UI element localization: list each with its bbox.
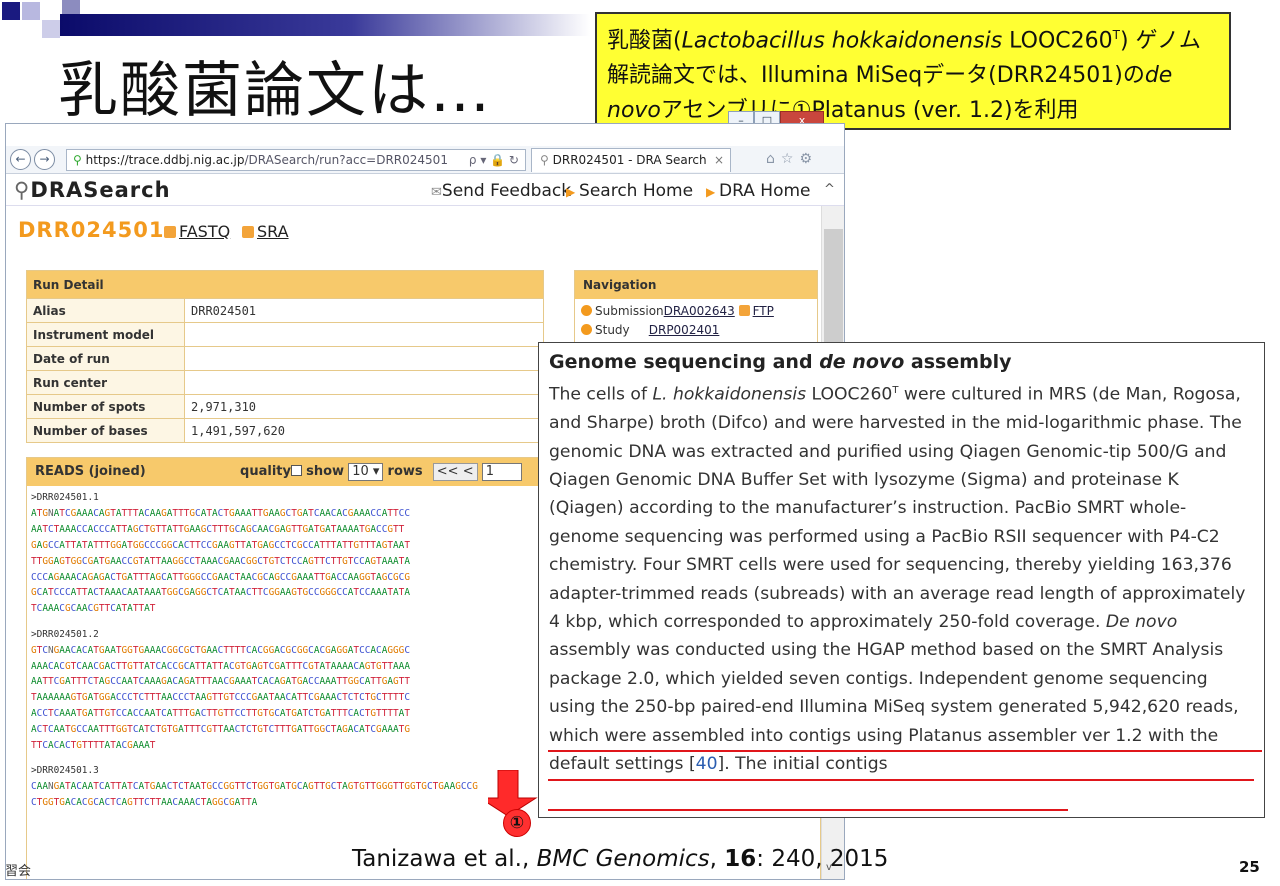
sequence-line: TCAAACGCAACGTTCATATTAT [31,603,156,615]
ftp-link[interactable]: FTP [753,304,774,318]
submission-link[interactable]: DRA002643 [664,304,735,318]
download-icon [242,226,254,238]
read-id: >DRR024501.2 [31,628,99,640]
run-detail-table: Run Detail Alias DRR024501 Instrument mod… [26,270,544,443]
arrow-icon [581,324,592,335]
table-row: Instrument model [26,322,544,347]
sequence-line: GAGCCATTATATTTGGATGGCCCGGCACTTCCGAAGTTAT… [31,539,410,551]
tab-dra-search[interactable]: ⚲ DRR024501 - DRA Search × [531,148,731,172]
sra-link[interactable]: SRA [242,222,289,241]
sequence-line: AATCTAAACCACCCATTAGCTGTTATTGAAGCTTTGCAGC… [31,523,405,535]
scroll-up-icon[interactable]: ^ [824,182,835,197]
reference-link[interactable]: 40 [696,754,718,774]
annotation-box: 乳酸菌(Lactobacillus hokkaidonensis LOOC260… [595,12,1231,130]
excerpt-title: Genome sequencing and de novo assembly [549,351,1012,373]
pager-buttons[interactable]: << < [432,463,478,481]
sequence-line: TTGGAGTGGCGATGAACCGTATTAAGGCCTAAACGAACGG… [31,555,410,567]
page-input[interactable]: 1 [481,463,522,481]
site-logo[interactable]: ⚲DRASearch [14,178,171,202]
toolbar-icons[interactable]: ⌂☆⚙ [766,151,818,167]
study-row: Study DRP002401 [581,323,719,337]
url-action-icons[interactable]: ρ ▾ 🔒 ↻ [469,150,519,170]
sequence-line: AAACACGTCAACGACTTGTTATCACCGCATTATTACGTGA… [31,660,410,672]
arrow-icon: ▶ [706,185,720,199]
decor-square [22,2,40,20]
decor-square [42,20,60,38]
send-feedback-link[interactable]: ✉Send Feedback [431,181,571,201]
citation: Tanizawa et al., BMC Genomics, 16: 240, … [352,846,889,872]
download-icon [164,226,176,238]
dna-icon: ⚲ [14,178,31,202]
read-id: >DRR024501.1 [31,492,99,503]
highlight-underline [548,809,1068,811]
sequence-line: AATTCGATTTCTAGCCAATCAAAGACAGATTTAACGAAAT… [31,676,410,688]
rows-select[interactable]: 10 ▾ [348,463,384,481]
dra-home-link[interactable]: ▶ DRA Home [706,181,811,201]
slide-title: 乳酸菌論文は… [58,56,492,126]
excerpt-body: The cells of L. hokkaidonensis LOOC260T … [549,384,1246,775]
highlight-underline [548,750,1262,752]
sequence-line: ACCTCAAATGATTGTCCACCAATCATTTGACTTGTTCCTT… [31,708,410,720]
footer-text: 習会 [5,864,32,879]
page-number: 25 [1239,858,1260,876]
forward-button[interactable]: → [34,149,55,170]
sequence-line: GTCNGAACACATGAATGGTGAAACGGCGCTGAACTTTTCA… [31,644,410,656]
run-id-heading: DRR024501 [18,218,165,242]
read-id: >DRR024501.3 [31,765,99,777]
lock-icon: ⚲ [73,153,86,167]
fastq-link[interactable]: FASTQ [164,222,230,241]
search-home-link[interactable]: ▶ Search Home [566,181,693,201]
decor-square [62,0,80,14]
download-icon [738,305,750,316]
sequence-line: GCATCCCATTACTAAACAATAAATGGCGAGGCTCATAACT… [31,587,410,599]
paper-excerpt: Genome sequencing and de novo assembly T… [538,342,1265,818]
table-row: Number of bases 1,491,597,620 [26,418,544,443]
site-header: ⚲DRASearch ✉Send Feedback ▶ Search Home … [6,174,844,206]
run-detail-header: Run Detail [26,270,544,299]
back-button[interactable]: ← [10,149,31,170]
sequence-line: CCCAGAAACAGAGACTGATTTAGCATTGGGCCGAACTAAC… [31,571,410,583]
table-row: Alias DRR024501 [26,298,544,323]
table-row: Date of run [26,346,544,371]
table-row: Run center [26,370,544,395]
title-bar-decoration [60,14,590,36]
table-row: Number of spots 2,971,310 [26,394,544,419]
sequence-line: ACTCAATGCCAATTTGGTCATCTGTGATTTCGTTAACTCT… [31,724,410,736]
sequence-line: ATGNATCGAAACAGTATTTACAAGATTTGCATACTGAAAT… [31,507,410,519]
navigation-header: Navigation [575,271,817,299]
sequence-line: CAANGATACAATCATTATCATGAACTCTAATGCCGGTTCT… [31,781,478,793]
arrow-icon [581,305,592,316]
sequence-line: TTCACACTGTTTTATACGAAAT [31,740,156,752]
marker-number: ① [503,809,531,837]
sequence-line: CTGGTGACACGCACTCAGTTCTTAACAAACTAGGCGATTA [31,797,258,809]
address-bar-row: ← → ⚲ https://trace.ddbj.nig.ac.jp/DRASe… [6,146,844,174]
url-input[interactable]: ⚲ https://trace.ddbj.nig.ac.jp/DRASearch… [66,149,526,171]
highlight-underline [548,779,1254,781]
decor-square [2,2,20,20]
arrow-icon: ▶ [566,185,580,199]
submission-row: SubmissionDRA002643 FTP [581,304,774,318]
study-link[interactable]: DRP002401 [649,323,720,337]
close-tab-icon[interactable]: × [714,149,724,171]
favicon-icon: ⚲ [540,153,553,167]
quality-checkbox[interactable] [290,465,302,476]
sequence-line: TAAAAAAGTGATGGACCCTCTTTAACCCTAAGTTGTCCCG… [31,692,410,704]
mail-icon: ✉ [431,185,442,200]
